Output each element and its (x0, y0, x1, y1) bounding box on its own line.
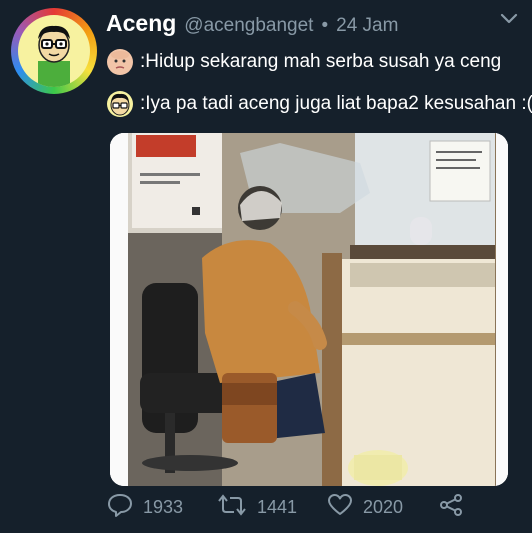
tweet-text-line: :Hidup sekarang mah serba susah ya ceng (106, 48, 501, 76)
tweet-timestamp[interactable]: 24 Jam (336, 15, 398, 37)
tweet-text-line: :Iya pa tadi aceng juga liat bapa2 kesus… (106, 90, 532, 118)
author-name[interactable]: Aceng (106, 10, 176, 37)
reply-count: 1933 (143, 496, 184, 517)
retweet-count: 1441 (257, 496, 298, 517)
tweet-photo[interactable] (110, 133, 508, 486)
header-separator: • (321, 15, 329, 36)
cartoon-avatar-icon (18, 15, 90, 87)
like-count: 2020 (363, 496, 404, 517)
share-button[interactable] (438, 493, 464, 522)
reply-icon (107, 493, 133, 522)
like-button[interactable]: 2020 (327, 493, 403, 522)
retweet-button[interactable]: 1441 (217, 493, 297, 522)
share-icon (438, 493, 464, 522)
author-handle[interactable]: @acengbanget (184, 15, 313, 37)
cartoon-boy-face-icon (106, 90, 134, 118)
tweet-text: :Hidup sekarang mah serba susah ya ceng (140, 51, 502, 72)
chevron-down-icon[interactable] (500, 12, 518, 30)
tweet-text: :Iya pa tadi aceng juga liat bapa2 kesus… (140, 93, 532, 114)
baby-face-icon (106, 48, 134, 76)
tweet-actions: 1933 1441 2020 (107, 493, 467, 521)
author-avatar[interactable] (11, 8, 97, 94)
tweet-header: Aceng @acengbanget • 24 Jam (106, 10, 398, 37)
retweet-icon (217, 493, 247, 522)
heart-icon (327, 493, 353, 522)
reply-button[interactable]: 1933 (107, 493, 183, 522)
